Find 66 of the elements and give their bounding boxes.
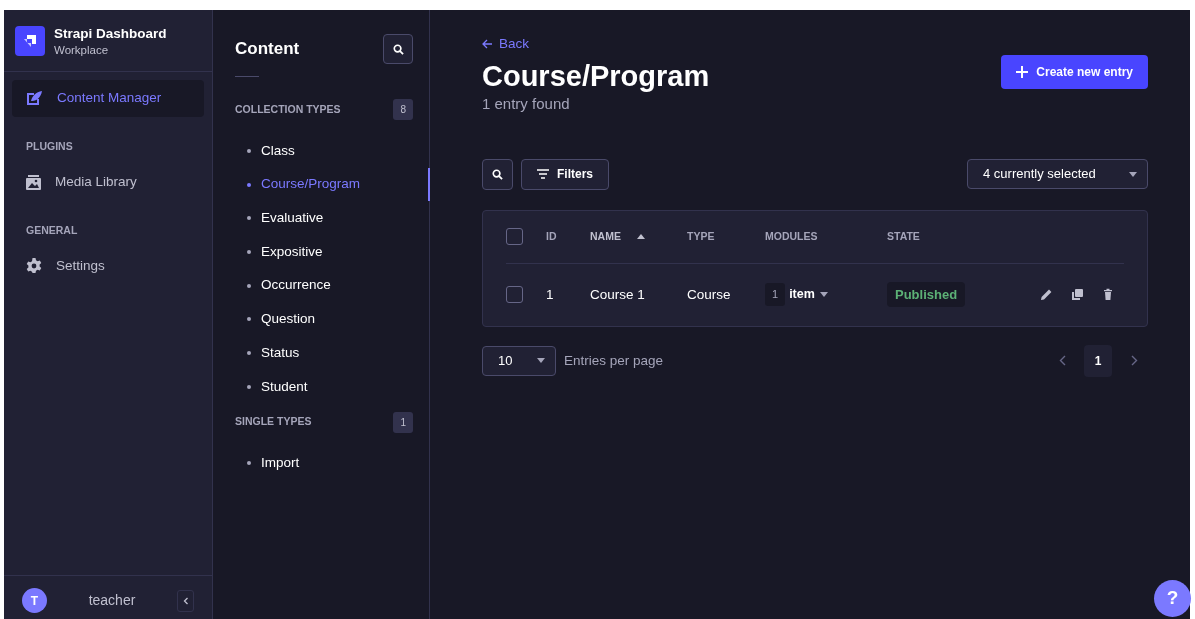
columns-select[interactable]: 4 currently selected: [967, 159, 1148, 190]
create-entry-button[interactable]: Create new entry: [1001, 55, 1148, 90]
modules-dropdown[interactable]: item: [789, 285, 828, 304]
filters-button[interactable]: Filters: [521, 158, 609, 190]
group-label: COLLECTION TYPES: [235, 101, 341, 117]
arrow-left-icon: [482, 39, 493, 50]
edit-icon: [1040, 288, 1053, 302]
trash-icon: [1102, 288, 1115, 302]
image-icon: [26, 174, 41, 190]
checkbox[interactable]: [506, 286, 523, 304]
feather-icon: [26, 90, 43, 107]
search-icon: [392, 43, 404, 55]
chevron-left-icon: [1058, 355, 1066, 367]
section-label: GENERAL: [25, 222, 79, 238]
content-type-link[interactable]: Student: [235, 369, 430, 404]
checkbox[interactable]: [506, 228, 523, 246]
column-header[interactable]: TYPE: [687, 228, 715, 245]
nav-item[interactable]: Content Manager: [12, 80, 204, 117]
chevron-right-icon: [1130, 355, 1138, 367]
workspace-name: Workplace: [54, 43, 110, 58]
content-type-link[interactable]: Occurrence: [235, 268, 430, 303]
panel-title: Content: [235, 38, 300, 61]
count-badge: 1: [393, 411, 413, 433]
user-name: teacher: [87, 591, 137, 610]
table-cell: 1: [546, 286, 554, 302]
caret-icon: [819, 292, 828, 298]
page-size-select[interactable]: 10: [482, 345, 556, 376]
collapse-button[interactable]: [177, 589, 194, 612]
app-title: Strapi Dashboard: [54, 26, 167, 42]
content-type-link[interactable]: Course/Program: [235, 167, 430, 202]
section-label: PLUGINS: [25, 138, 74, 154]
nav-item[interactable]: Settings: [12, 248, 204, 285]
column-header[interactable]: STATE: [887, 228, 920, 245]
content-type-link[interactable]: Status: [235, 336, 430, 370]
count-badge: 8: [393, 99, 413, 120]
column-header[interactable]: MODULES: [765, 228, 818, 245]
group-label: SINGLE TYPES: [235, 414, 312, 430]
caret-icon: [537, 358, 545, 364]
copy-icon: [1071, 288, 1084, 302]
content-type-link[interactable]: Class: [235, 134, 430, 168]
content-type-link[interactable]: Evaluative: [235, 201, 430, 236]
content-type-link[interactable]: Question: [235, 302, 430, 337]
filter-icon: [537, 169, 549, 180]
table-cell: Course 1: [590, 286, 645, 302]
column-header[interactable]: NAME: [590, 228, 621, 245]
back-link[interactable]: Back: [482, 34, 529, 55]
search-icon: [492, 168, 503, 180]
gear-icon: [26, 258, 42, 275]
plus-icon: [1016, 66, 1029, 79]
column-header[interactable]: ID: [546, 228, 557, 245]
content-type-link[interactable]: Import: [235, 446, 430, 481]
nav-item[interactable]: Media Library: [12, 164, 204, 201]
table-cell: Course: [687, 286, 731, 302]
caret-icon: [1129, 171, 1137, 177]
chevron-left-icon: [181, 596, 190, 605]
search-button[interactable]: [383, 34, 413, 64]
search-button[interactable]: [482, 158, 513, 190]
logo-icon: [15, 26, 45, 56]
content-type-link[interactable]: Expositive: [235, 235, 430, 269]
sort-up-icon: [636, 234, 645, 240]
entries-per-page-label: Entries per page: [564, 351, 664, 370]
entry-count: 1 entry found: [482, 94, 571, 115]
page-title: Course/Program: [482, 59, 710, 94]
status-badge: Published: [887, 281, 966, 307]
count-badge: 1: [765, 283, 786, 306]
page-button[interactable]: 1: [1084, 344, 1112, 377]
